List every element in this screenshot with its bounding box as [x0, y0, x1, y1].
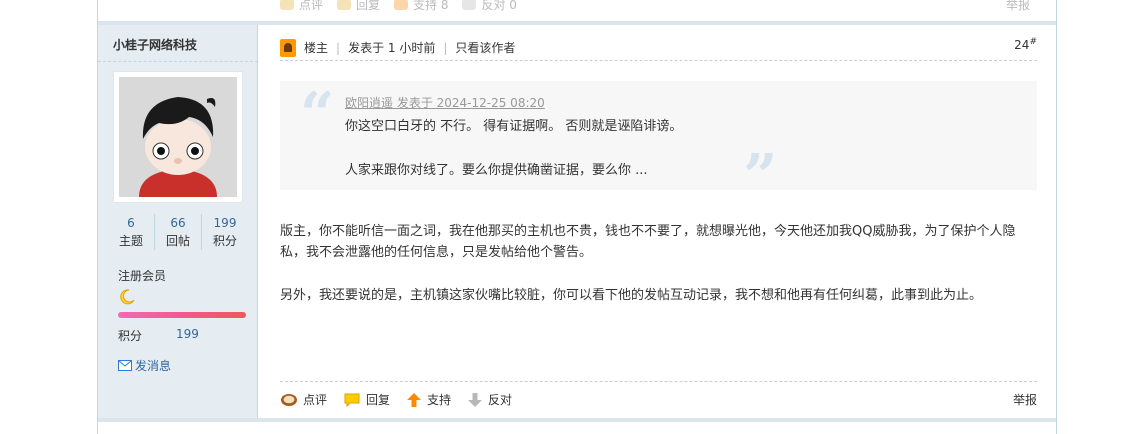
support-label: 支持 — [427, 393, 452, 407]
header-divider: | — [336, 40, 341, 55]
envelope-icon — [118, 360, 132, 371]
close-quote-icon: ” — [743, 142, 778, 212]
avatar[interactable] — [113, 71, 243, 203]
comment-button[interactable]: 点评 — [280, 391, 327, 408]
post-main: 楼主 | 发表于 1 小时前 | 只看该作者 24# “ 欧阳逍遥 发表于 20… — [280, 0, 1037, 434]
floor-number-value: 24 — [1014, 38, 1030, 52]
oppose-button[interactable]: 反对 — [467, 391, 512, 408]
quote-block: “ 欧阳逍遥 发表于 2024-12-25 08:20 你这空口白牙的 不行。 … — [280, 80, 1037, 207]
stat-threads-label: 主题 — [118, 234, 143, 248]
stat-credits[interactable]: 199 积分 — [202, 214, 248, 250]
post-paragraph: 版主，你不能听信一面之词，我在他那买的主机也不贵，钱也不不要了，就想曝光他，今天… — [280, 224, 1016, 260]
op-label: 楼主 — [304, 41, 329, 55]
moon-rank-icon — [120, 289, 135, 305]
stat-credits-label: 积分 — [212, 234, 237, 248]
reply-icon — [344, 393, 360, 407]
sidebar-divider — [98, 61, 258, 62]
header-divider: | — [443, 40, 448, 55]
stat-credits-value: 199 — [213, 216, 237, 230]
report-link[interactable]: 举报 — [1013, 391, 1037, 408]
quote-line: 人家来跟你对线了。要么你提供确凿证据，要么你 ... — [345, 163, 648, 178]
open-quote-icon: “ — [300, 80, 335, 150]
author-username[interactable]: 小桂子网络科技 — [113, 36, 197, 53]
arrow-up-icon — [407, 392, 422, 407]
rank-progress-bar — [118, 312, 246, 318]
stat-replies[interactable]: 66 回帖 — [155, 214, 202, 250]
comment-icon — [281, 393, 297, 406]
avatar-image — [119, 77, 237, 197]
stat-threads[interactable]: 6 主题 — [108, 214, 155, 250]
quote-author-link[interactable]: 欧阳逍遥 发表于 2024-12-25 08:20 — [345, 94, 545, 111]
floor-number[interactable]: 24# — [1014, 37, 1037, 52]
reply-label: 回复 — [366, 393, 391, 407]
cartoon-avatar-icon — [119, 77, 237, 197]
stat-threads-value: 6 — [127, 216, 135, 230]
user-group[interactable]: 注册会员 — [118, 267, 166, 284]
post-header: 楼主 | 发表于 1 小时前 | 只看该作者 24# — [280, 35, 1037, 61]
post-container: 点评 回复 支持 8 反对 0 举报 小桂子网络科技 6 主题 66 回帖 19… — [97, 0, 1057, 434]
credit-value[interactable]: 199 — [176, 327, 199, 341]
stat-replies-value: 66 — [170, 216, 186, 230]
floor-mark: # — [1029, 37, 1037, 47]
arrow-down-icon — [468, 392, 483, 407]
author-stats: 6 主题 66 回帖 199 积分 — [108, 214, 248, 250]
only-author-link[interactable]: 只看该作者 — [455, 39, 515, 56]
send-message-link[interactable]: 发消息 — [118, 357, 171, 374]
post-actions: 点评 回复 支持 反对 — [280, 391, 512, 408]
post-separator — [98, 418, 1056, 422]
oppose-label: 反对 — [488, 393, 513, 407]
send-message-label: 发消息 — [135, 359, 172, 373]
thread-starter-icon — [280, 38, 296, 57]
comment-label: 点评 — [303, 393, 328, 407]
credit-label: 积分 — [118, 329, 143, 343]
footer-divider — [280, 381, 1037, 382]
support-button[interactable]: 支持 — [406, 391, 451, 408]
quote-line: 你这空口白牙的 不行。 得有证据啊。 否则就是诬陷诽谤。 — [345, 119, 683, 134]
posted-time: 发表于 1 小时前 — [348, 41, 436, 55]
reply-button[interactable]: 回复 — [343, 391, 390, 408]
post-paragraph: 另外，我还要说的是，主机镇这家伙嘴比较脏，你可以看下他的发帖互动记录，我不想和他… — [280, 288, 983, 303]
stat-replies-label: 回帖 — [165, 234, 190, 248]
